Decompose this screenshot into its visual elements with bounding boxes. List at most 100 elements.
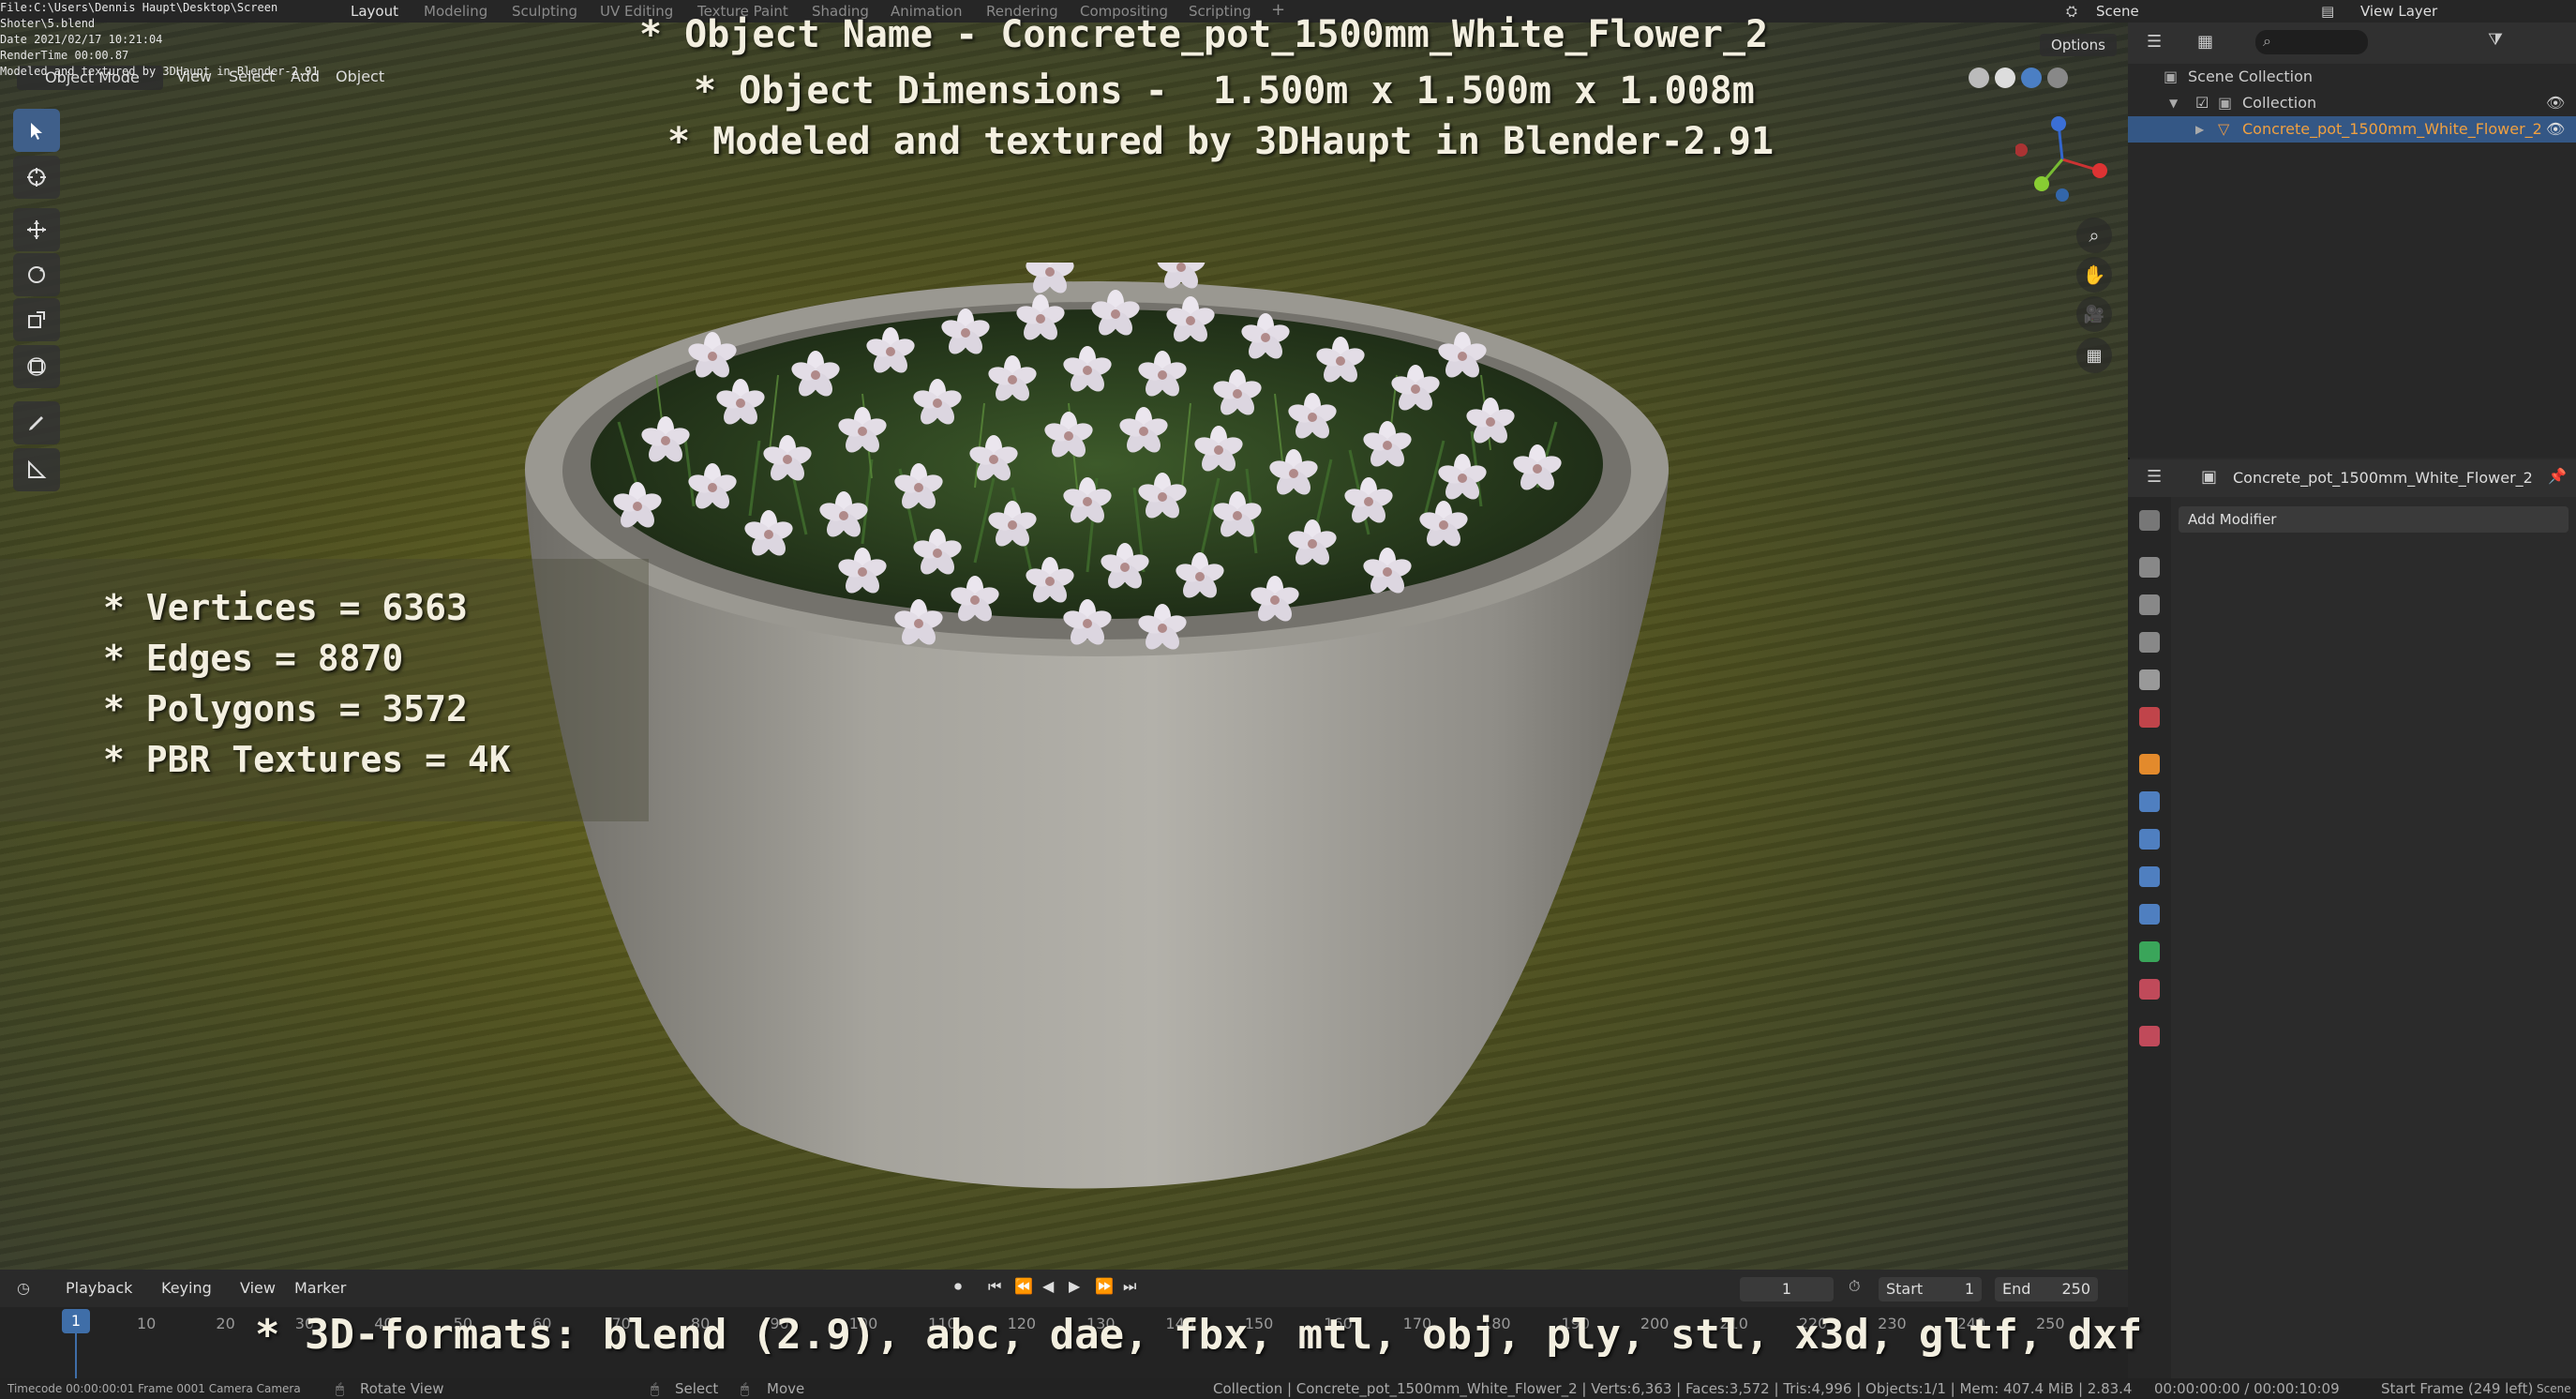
pan-button[interactable]: ✋ <box>2076 257 2112 293</box>
options-dropdown[interactable]: Options <box>2040 34 2117 56</box>
camera-view-button[interactable]: 🎥 <box>2076 296 2112 332</box>
editor-type-icon[interactable]: ☰ <box>2147 467 2162 487</box>
data-tab-icon[interactable] <box>2139 941 2160 962</box>
meta-date: Date 2021/02/17 10:21:04 <box>0 33 163 46</box>
rendered-shading-icon[interactable] <box>2047 68 2068 88</box>
timeline-header: ◷ Playback Keying View Marker ⏺ ⏮ ⏪ ◀ ▶ … <box>0 1270 2128 1307</box>
particles-tab-icon[interactable] <box>2139 829 2160 850</box>
stopwatch-icon[interactable]: ⏱ <box>1849 1277 1860 1296</box>
playhead[interactable]: 1 <box>62 1309 90 1333</box>
view-layer-tab-icon[interactable] <box>2139 632 2160 653</box>
scale-tool[interactable] <box>13 298 60 341</box>
properties-header: ☰ ▣ Concrete_pot_1500mm_White_Flower_2 📌 <box>2128 459 2576 497</box>
record-icon[interactable]: ⏺ <box>954 1277 962 1296</box>
timeline-editor-icon[interactable]: ◷ <box>17 1279 30 1297</box>
modifier-tab-icon[interactable] <box>2139 791 2160 812</box>
outliner-row-object[interactable]: ▶ ▽ Concrete_pot_1500mm_White_Flower_2 👁 <box>2128 116 2576 143</box>
object-tab-icon[interactable] <box>2139 754 2160 775</box>
perspective-toggle-button[interactable]: ▦ <box>2076 338 2112 373</box>
eye-icon[interactable]: 👁 <box>2546 116 2565 143</box>
workspace-tab-modeling[interactable]: Modeling <box>424 3 487 20</box>
prev-keyframe-icon[interactable]: ⏪ <box>1014 1277 1033 1295</box>
start-frame-field[interactable]: Start 1 <box>1879 1277 1982 1301</box>
status-scene-info: Collection | Concrete_pot_1500mm_White_F… <box>1213 1380 2133 1397</box>
status-bar: Timecode 00:00:00:01 Frame 0001 Camera C… <box>0 1378 2576 1399</box>
outliner-row-collection[interactable]: ▼ ☑ ▣ Collection 👁 <box>2128 90 2576 116</box>
current-frame-field[interactable]: 1 <box>1740 1277 1834 1301</box>
navigation-gizmo[interactable] <box>2014 113 2109 206</box>
physics-tab-icon[interactable] <box>2139 866 2160 887</box>
texture-tab-icon[interactable] <box>2139 1026 2160 1046</box>
add-modifier-dropdown[interactable]: Add Modifier <box>2179 506 2569 533</box>
grid-icon: ▦ <box>2086 345 2103 366</box>
object-dimensions-caption: * Object Dimensions - 1.500m x 1.500m x … <box>694 69 1755 113</box>
transform-icon <box>27 357 46 376</box>
menu-keying[interactable]: Keying <box>161 1279 212 1297</box>
status-rotate-view: Rotate View <box>360 1380 444 1397</box>
next-keyframe-icon[interactable]: ⏩ <box>1095 1277 1114 1295</box>
properties-object-name: Concrete_pot_1500mm_White_Flower_2 <box>2233 469 2533 487</box>
chevron-down-icon[interactable]: ▼ <box>2169 90 2178 116</box>
tool-tab-icon[interactable] <box>2139 510 2160 531</box>
view-layer-icon[interactable]: ▤ <box>2321 3 2334 20</box>
editor-type-icon[interactable]: ☰ <box>2147 32 2162 52</box>
scene-icon[interactable]: ⛭ <box>2066 3 2077 20</box>
meta-file: File:C:\Users\Dennis Haupt\Desktop\Scree… <box>0 1 278 30</box>
measure-tool[interactable] <box>13 448 60 491</box>
status-time: 00:00:00:00 / 00:00:10:09 <box>2154 1380 2340 1397</box>
menu-marker[interactable]: Marker <box>294 1279 346 1297</box>
chevron-right-icon[interactable]: ▶ <box>2195 116 2204 143</box>
cursor-arrow-icon <box>31 123 42 140</box>
annotate-tool[interactable] <box>13 401 60 444</box>
rotate-tool[interactable] <box>13 253 60 296</box>
meta-credit: Modeled and textured by 3DHaupt in Blend… <box>0 65 319 78</box>
status-start-frame: Start Frame (249 left) <box>2381 1380 2534 1397</box>
scene-selector[interactable]: Scene <box>2096 3 2139 20</box>
play-icon[interactable]: ▶ <box>1069 1277 1080 1295</box>
workspace-tab-sculpting[interactable]: Sculpting <box>512 3 577 20</box>
scene-tab-icon[interactable] <box>2139 669 2160 690</box>
solid-shading-icon[interactable] <box>1995 68 2015 88</box>
wireframe-shading-icon[interactable] <box>1969 68 1989 88</box>
jump-end-icon[interactable]: ⏭ <box>1123 1277 1136 1296</box>
end-frame-field[interactable]: End 250 <box>1995 1277 2098 1301</box>
menu-timeline-view[interactable]: View <box>240 1279 276 1297</box>
render-tab-icon[interactable] <box>2139 557 2160 578</box>
move-tool[interactable] <box>13 208 60 251</box>
zoom-button[interactable]: ⌕ <box>2076 218 2112 253</box>
outliner-row-scene-collection[interactable]: ▣ Scene Collection <box>2128 64 2576 90</box>
play-reverse-icon[interactable]: ◀ <box>1042 1277 1054 1295</box>
display-mode-icon[interactable]: ▦ <box>2197 32 2213 52</box>
workspace-tab-layout[interactable]: Layout <box>351 3 398 20</box>
view-layer-selector[interactable]: View Layer <box>2360 3 2437 20</box>
stat-polygons: * Polygons = 3572 <box>103 688 468 730</box>
status-scene: Scene <box>2537 1382 2571 1395</box>
crosshair-icon <box>27 168 46 187</box>
collection-icon: ▣ <box>2164 68 2179 85</box>
material-shading-icon[interactable] <box>2021 68 2042 88</box>
concrete-pot-model[interactable] <box>525 263 1669 1200</box>
output-tab-icon[interactable] <box>2139 594 2160 615</box>
rotate-icon <box>28 266 45 283</box>
eye-icon[interactable]: 👁 <box>2546 90 2565 116</box>
material-tab-icon[interactable] <box>2139 979 2160 1000</box>
filter-icon[interactable]: ⧩ <box>2488 30 2503 50</box>
world-tab-icon[interactable] <box>2139 707 2160 728</box>
collection-icon: ▣ <box>2218 94 2233 112</box>
menu-playback[interactable]: Playback <box>66 1279 132 1297</box>
constraints-tab-icon[interactable] <box>2139 904 2160 925</box>
checkbox-icon[interactable]: ☑ <box>2195 90 2209 116</box>
modeled-by-caption: * Modeled and textured by 3DHaupt in Ble… <box>667 120 1775 163</box>
scale-icon <box>28 311 45 328</box>
select-box-tool[interactable] <box>13 109 60 152</box>
outliner-search-input[interactable]: ⌕ <box>2255 30 2368 54</box>
cursor-tool[interactable] <box>13 156 60 199</box>
jump-start-icon[interactable]: ⏮ <box>988 1277 1001 1296</box>
camera-icon: 🎥 <box>2083 304 2105 324</box>
transform-tool[interactable] <box>13 345 60 388</box>
end-label: End <box>2002 1280 2031 1298</box>
start-value: 1 <box>1964 1280 1974 1298</box>
outliner: ▣ Scene Collection ▼ ☑ ▣ Collection 👁 ▶ … <box>2128 64 2576 458</box>
collection-label: Collection <box>2242 94 2317 112</box>
pin-icon[interactable]: 📌 <box>2548 467 2567 485</box>
